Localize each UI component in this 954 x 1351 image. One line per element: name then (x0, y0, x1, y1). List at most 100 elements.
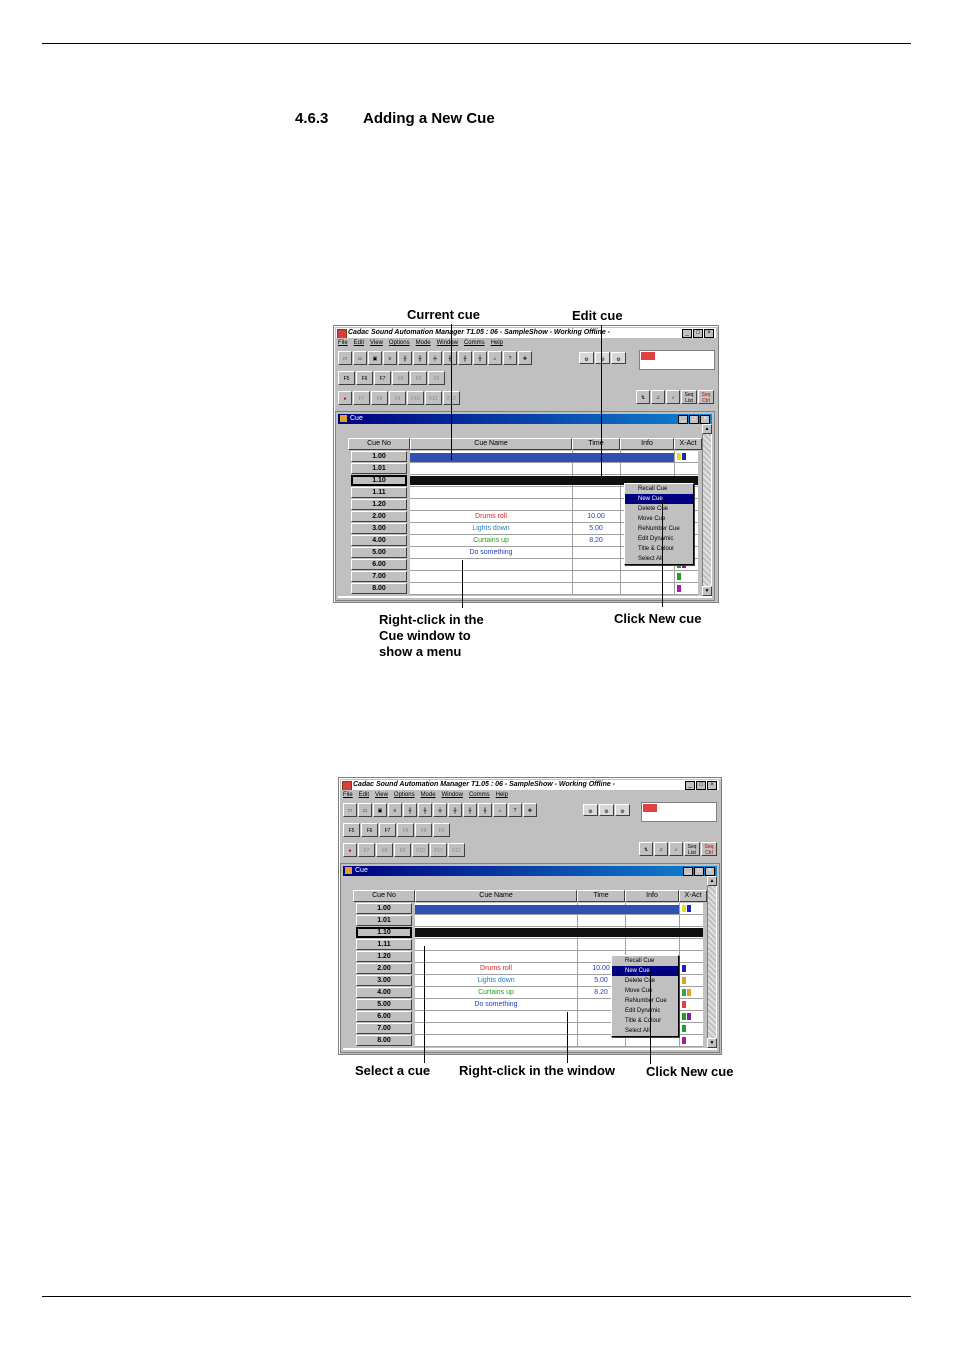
close-button[interactable]: × (705, 867, 715, 876)
fkey-button[interactable]: F7 (374, 371, 391, 385)
cue-number[interactable]: 8.00 (356, 1035, 412, 1046)
fkey-button[interactable]: F7 (358, 843, 375, 857)
column-header-info[interactable]: Info (620, 438, 674, 450)
menu-item-view[interactable]: View (375, 791, 388, 800)
cue-number[interactable]: 1.11 (356, 939, 412, 950)
lock-icon[interactable]: ⌂ (488, 351, 502, 365)
vertical-scrollbar[interactable] (707, 876, 716, 1048)
cue-list-icon[interactable]: ≡ (388, 803, 402, 817)
fkey-button[interactable]: F7 (379, 823, 396, 837)
context-menu-item-title-colour[interactable]: Title & Colour (612, 1016, 678, 1026)
close-button[interactable]: × (700, 415, 710, 424)
fader-icon[interactable]: ╪ (433, 803, 447, 817)
fkey-button[interactable]: F5 (343, 823, 360, 837)
minimize-button[interactable]: _ (683, 867, 693, 876)
menu-item-mode[interactable]: Mode (421, 791, 436, 800)
cue-number[interactable]: 4.00 (356, 987, 412, 998)
help-icon[interactable]: ? (503, 351, 517, 365)
table-row[interactable] (415, 939, 703, 951)
column-header-time[interactable]: Time (572, 438, 620, 450)
fader-icon[interactable]: ╫ (403, 803, 417, 817)
open-folder-icon[interactable]: ▭ (353, 351, 367, 365)
column-header-time[interactable]: Time (577, 890, 625, 902)
save-icon[interactable]: ▣ (368, 351, 382, 365)
context-menu-item-edit-dynamic[interactable]: Edit Dynamic (625, 534, 693, 544)
fader-icon[interactable]: ╫ (443, 351, 457, 365)
column-header-cue-no[interactable]: Cue No (348, 438, 410, 450)
fkey-button[interactable]: F9 (389, 391, 406, 405)
help-icon[interactable]: ? (508, 803, 522, 817)
cue-list-icon[interactable]: ≡ (383, 351, 397, 365)
close-button[interactable]: × (707, 781, 717, 790)
music-note-icon[interactable]: ♫ (654, 842, 668, 856)
column-header-cue-name[interactable]: Cue Name (410, 438, 572, 450)
table-row[interactable] (410, 583, 698, 595)
fkey-button[interactable]: F6 (361, 823, 378, 837)
menu-item-window[interactable]: Window (442, 791, 463, 800)
cue-number[interactable]: 1.10 (356, 927, 412, 938)
music-note-icon[interactable]: ♫ (651, 390, 665, 404)
context-menu-item-new-cue[interactable]: New Cue (625, 494, 693, 504)
column-header-x-act[interactable]: X-Act (674, 438, 702, 450)
fader-icon[interactable]: ╫ (418, 803, 432, 817)
minimize-button[interactable]: _ (682, 329, 692, 338)
context-menu-item-select-all[interactable]: Select All (612, 1026, 678, 1036)
fader-icon[interactable]: ╫ (463, 803, 477, 817)
fader-icon[interactable]: ╫ (398, 351, 412, 365)
context-menu-item-move-cue[interactable]: Move Cue (625, 514, 693, 524)
fader-icon[interactable]: ╫ (478, 803, 492, 817)
cue-number[interactable]: 2.00 (356, 963, 412, 974)
fkey-button[interactable]: F7 (353, 391, 370, 405)
cue-number[interactable]: 1.10 (351, 475, 407, 486)
fader-icon[interactable]: ╫ (473, 351, 487, 365)
fkey-button[interactable]: F6 (356, 371, 373, 385)
fkey-button[interactable]: F9 (410, 371, 427, 385)
vertical-scrollbar[interactable] (702, 424, 711, 596)
column-header-cue-no[interactable]: Cue No (353, 890, 415, 902)
fkey-button[interactable]: F11 (430, 843, 447, 857)
menu-item-file[interactable]: File (338, 339, 348, 348)
transfer-icon[interactable]: ⇅ (636, 390, 650, 404)
context-menu-item-new-cue[interactable]: New Cue (612, 966, 678, 976)
table-row[interactable] (410, 463, 698, 475)
menu-item-comms[interactable]: Comms (469, 791, 490, 800)
record-icon[interactable]: ● (343, 843, 357, 857)
seq-ctrl-button[interactable]: Seq Ctrl (701, 842, 717, 856)
save-icon[interactable]: ▣ (373, 803, 387, 817)
context-menu-item-renumber-cue[interactable]: ReNumber Cue (625, 524, 693, 534)
menu-item-comms[interactable]: Comms (464, 339, 485, 348)
record-icon[interactable]: ● (338, 391, 352, 405)
menu-item-help[interactable]: Help (491, 339, 503, 348)
table-row[interactable] (415, 915, 703, 927)
cue-number[interactable]: 1.20 (351, 499, 407, 510)
fkey-button[interactable]: F8 (397, 823, 414, 837)
context-menu-item-edit-dynamic[interactable]: Edit Dynamic (612, 1006, 678, 1016)
close-button[interactable]: × (704, 329, 714, 338)
cue-number[interactable]: 1.01 (351, 463, 407, 474)
cue-number[interactable]: 1.01 (356, 915, 412, 926)
new-file-icon[interactable]: □ (343, 803, 357, 817)
maximize-button[interactable]: □ (689, 415, 699, 424)
scroll-down-button[interactable]: ▼ (702, 586, 712, 596)
scroll-up-button[interactable]: ▲ (702, 424, 712, 434)
menu-item-window[interactable]: Window (437, 339, 458, 348)
fkey-button[interactable]: F9 (415, 823, 432, 837)
column-header-cue-name[interactable]: Cue Name (415, 890, 577, 902)
fader-icon[interactable]: ╫ (458, 351, 472, 365)
fkey-button[interactable]: F6 (428, 371, 445, 385)
cue-number[interactable]: 2.00 (351, 511, 407, 522)
open-folder-icon[interactable]: ▭ (358, 803, 372, 817)
fkey-button[interactable]: F8 (371, 391, 388, 405)
fkey-button[interactable]: F8 (376, 843, 393, 857)
column-header-x-act[interactable]: X-Act (679, 890, 707, 902)
seq-ctrl-button[interactable]: Seq Ctrl (698, 390, 714, 404)
move-icon[interactable]: ✥ (523, 803, 537, 817)
cue-number[interactable]: 5.00 (351, 547, 407, 558)
fkey-button[interactable]: F11 (425, 391, 442, 405)
cue-number[interactable]: 6.00 (351, 559, 407, 570)
menu-item-edit[interactable]: Edit (359, 791, 369, 800)
table-row[interactable] (410, 571, 698, 583)
fkey-button[interactable]: F10 (407, 391, 424, 405)
context-menu-item-select-all[interactable]: Select All (625, 554, 693, 564)
menu-item-edit[interactable]: Edit (354, 339, 364, 348)
